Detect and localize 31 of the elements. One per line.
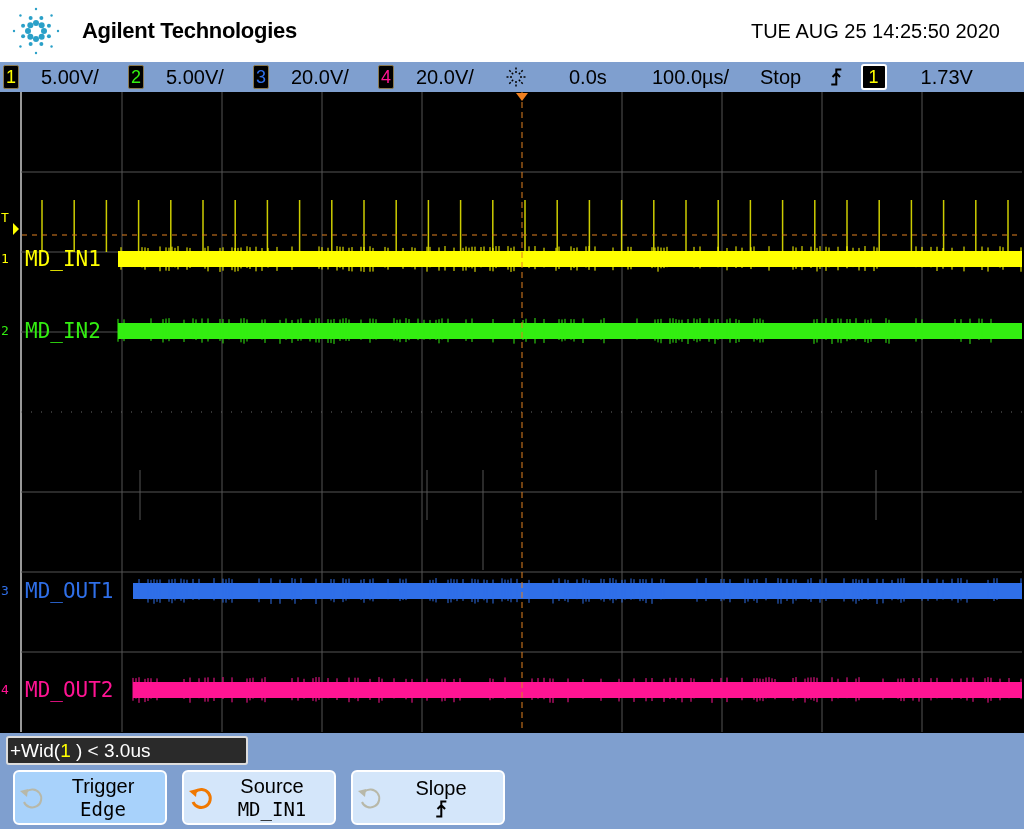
trigger-slope-icon: [830, 68, 843, 86]
trigger-source-badge[interactable]: 1: [860, 64, 887, 90]
channel-scale: 20.0V/: [416, 65, 475, 89]
channel-scale: 20.0V/: [291, 65, 350, 89]
trace-label: MD_OUT2: [25, 678, 114, 702]
trace-label: MD_IN1: [25, 247, 101, 271]
trigger-level-icon: [13, 223, 19, 235]
trace-label: MD_OUT1: [25, 579, 114, 603]
channel-scale: 5.00V/: [166, 65, 225, 89]
run-state: Stop: [760, 65, 803, 89]
channel-badge[interactable]: 3: [253, 65, 269, 89]
channel-number: 1: [1, 251, 9, 266]
trigger-level-marker: T: [1, 210, 9, 225]
softkey[interactable]: Trigger Edge: [13, 770, 167, 825]
date-time: TUE AUG 25 14:25:50 2020: [750, 19, 1000, 43]
rising-edge-icon: [434, 800, 448, 818]
softkey[interactable]: Source MD_IN1: [182, 770, 336, 825]
channel-number: 2: [1, 323, 9, 338]
trigger-info: +Wid(1 ) < 3.0us: [6, 736, 248, 765]
channel-badge[interactable]: 1: [3, 65, 19, 89]
softkey[interactable]: Slope: [351, 770, 505, 825]
brand-name: Agilent Technologies: [82, 18, 297, 44]
trace-label: MD_IN2: [25, 319, 101, 343]
trigger-level: 1.73V: [920, 65, 973, 89]
channel-badge[interactable]: 2: [128, 65, 144, 89]
channel-badge[interactable]: 4: [378, 65, 394, 89]
channel-scale: 5.00V/: [41, 65, 100, 89]
channel-number: 3: [1, 583, 9, 598]
timebase: 100.0µs/: [652, 65, 731, 89]
channel-number: 4: [1, 682, 9, 697]
time-offset: 0.0s: [569, 65, 608, 89]
